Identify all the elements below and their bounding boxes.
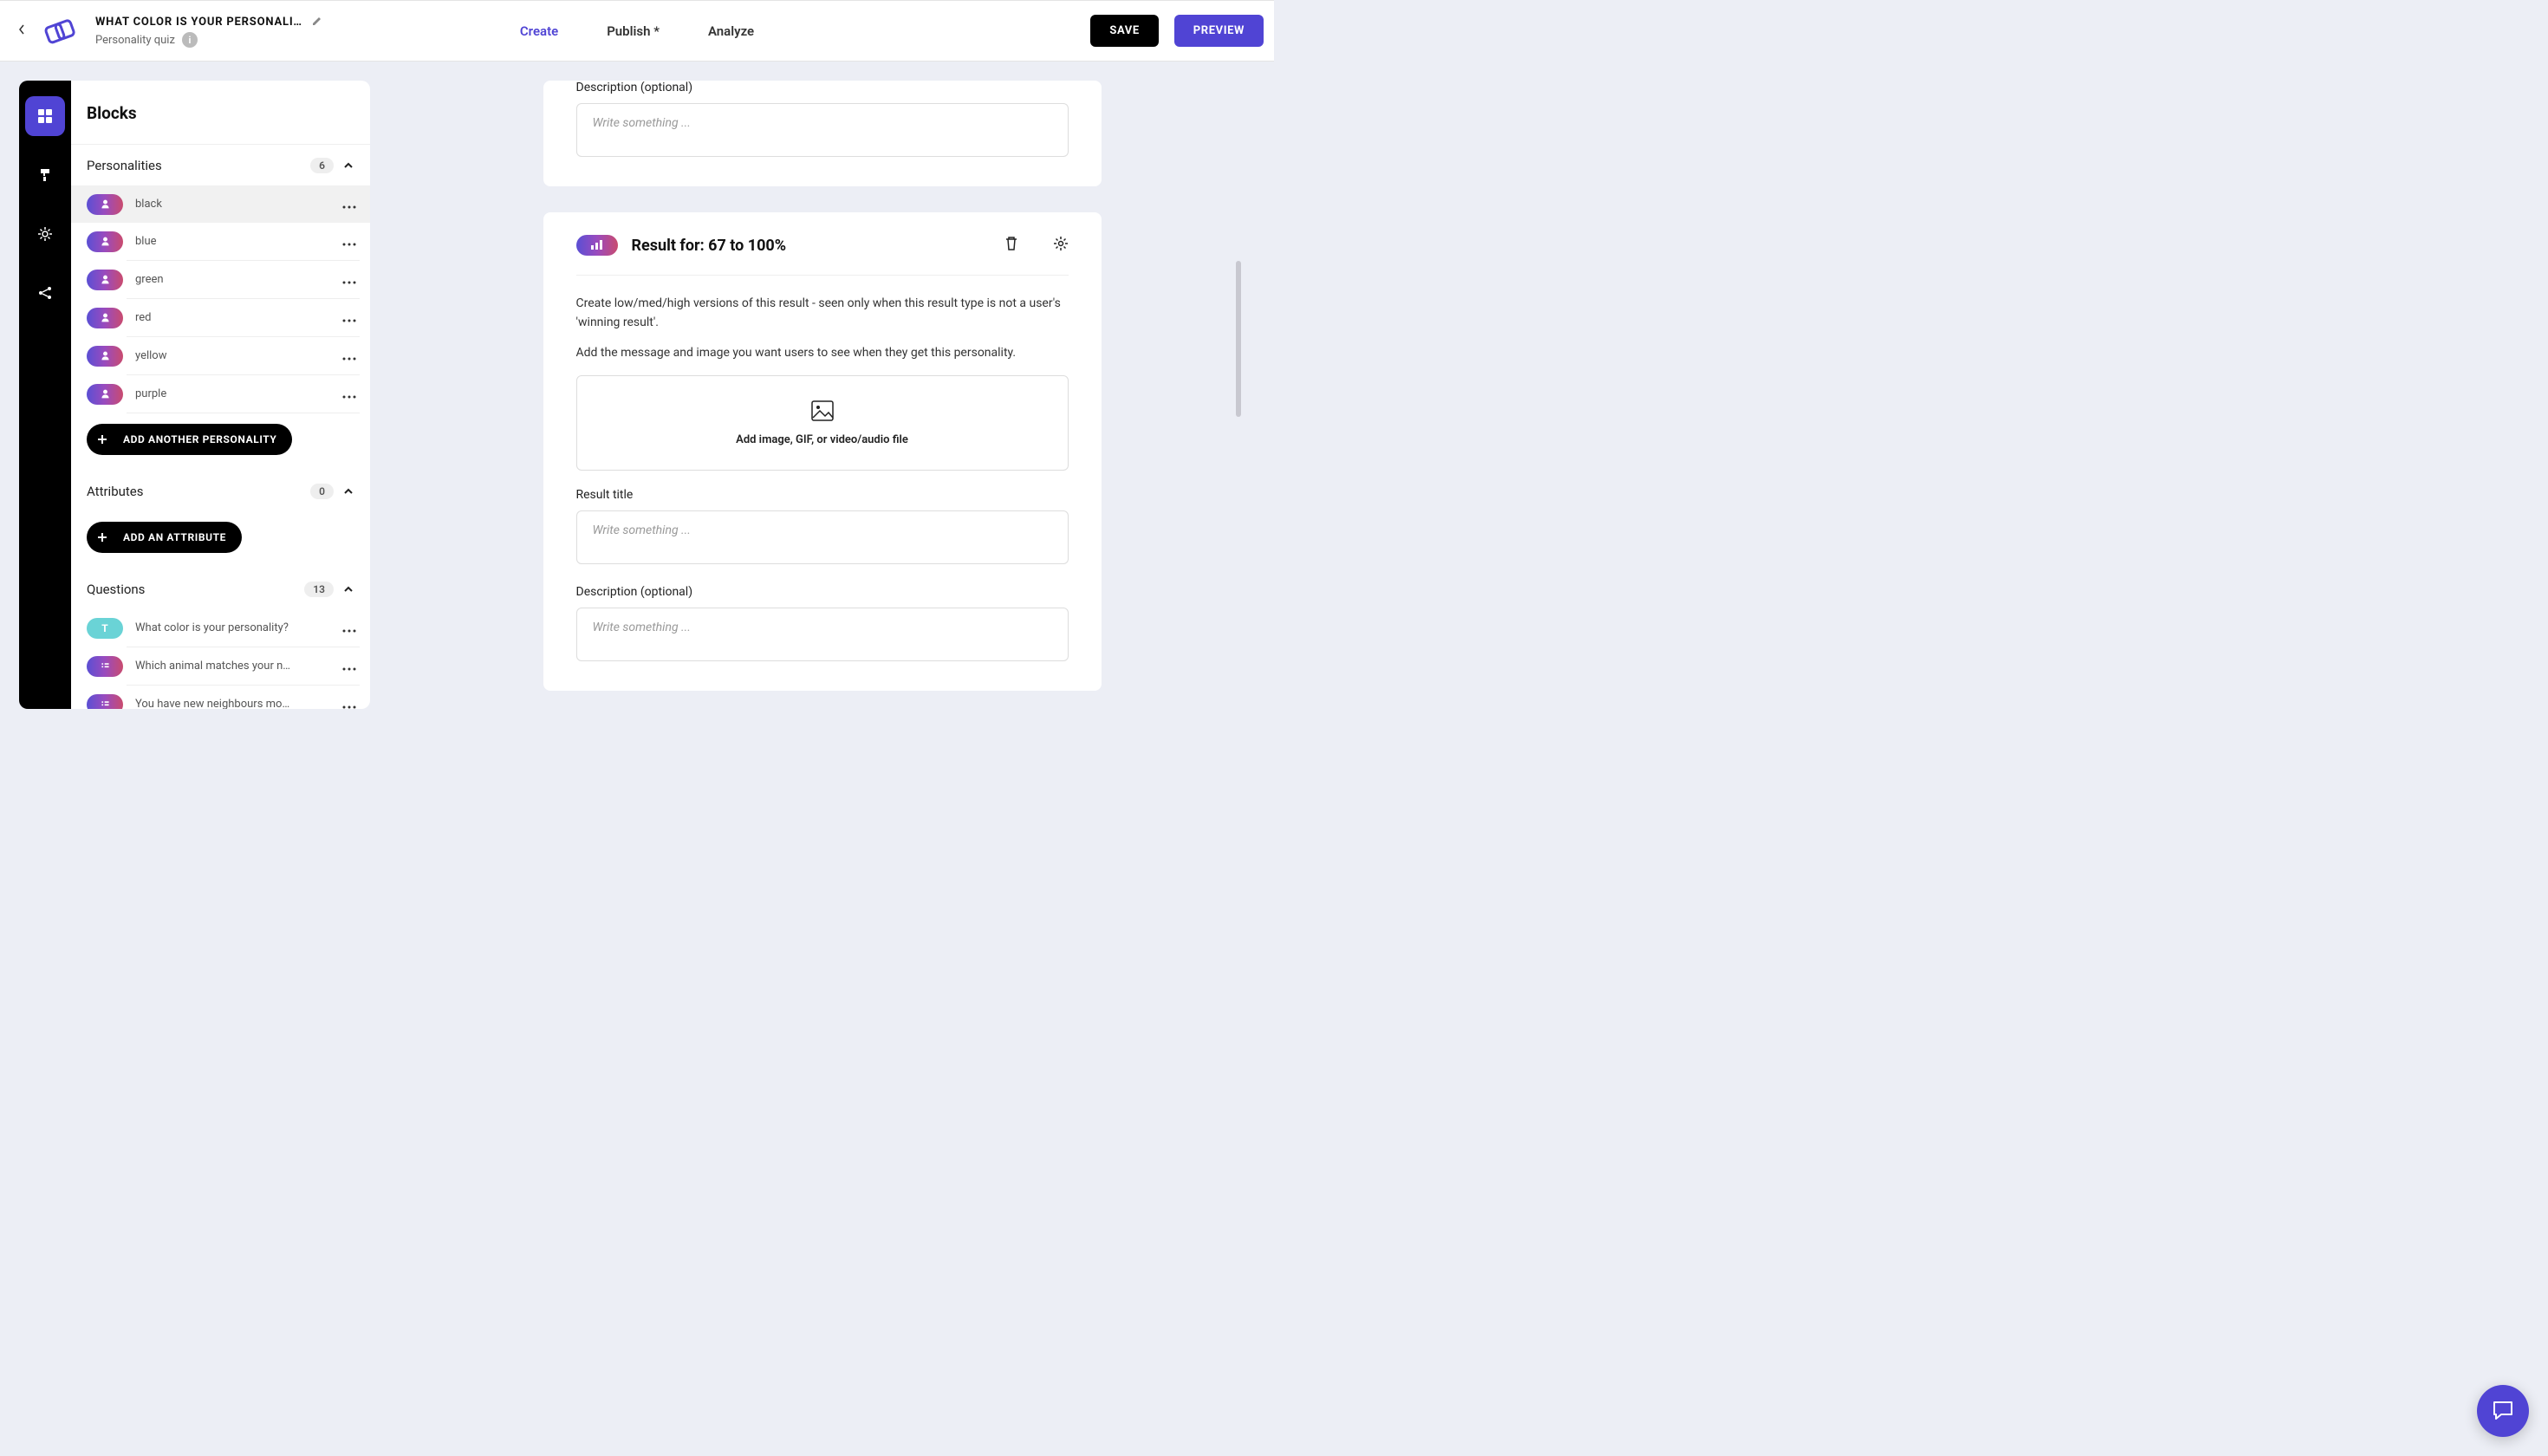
result-card: Result for: 67 to 100% Create low/med/hi…: [543, 212, 1102, 691]
nav-create[interactable]: Create: [520, 23, 558, 39]
result-info-1: Create low/med/high versions of this res…: [576, 295, 1069, 332]
question-label: Which animal matches your n…: [135, 660, 327, 673]
personality-label: blue: [135, 235, 327, 248]
item-menu-icon[interactable]: [339, 192, 360, 216]
add-attribute-button[interactable]: ADD AN ATTRIBUTE: [87, 522, 242, 553]
result-title: Result for: 67 to 100%: [632, 237, 991, 255]
chevron-up-icon: [342, 157, 354, 173]
result-title-input[interactable]: [576, 510, 1069, 564]
edit-title-icon[interactable]: [311, 14, 323, 30]
header-right: SAVE PREVIEW: [1090, 15, 1264, 47]
rail-paint-icon[interactable]: [25, 155, 65, 195]
nav-analyze[interactable]: Analyze: [708, 23, 754, 39]
image-drop-zone[interactable]: Add image, GIF, or video/audio file: [576, 375, 1069, 471]
scrollbar-thumb[interactable]: [1236, 261, 1241, 417]
section-attributes-header[interactable]: Attributes 0: [71, 471, 370, 511]
question-label: What color is your personality?: [135, 621, 327, 634]
item-menu-icon[interactable]: [339, 692, 360, 709]
info-icon[interactable]: i: [182, 32, 198, 48]
add-attribute-label: ADD AN ATTRIBUTE: [123, 531, 226, 543]
rail-blocks-icon[interactable]: [25, 96, 65, 136]
personality-item-black[interactable]: black: [71, 185, 370, 223]
question-item[interactable]: Which animal matches your n…: [71, 647, 370, 685]
settings-icon[interactable]: [1053, 236, 1069, 255]
personality-item-green[interactable]: green: [71, 261, 370, 298]
user-icon: [87, 346, 123, 367]
description-input[interactable]: [576, 103, 1069, 157]
question-item[interactable]: T What color is your personality?: [71, 609, 370, 647]
item-menu-icon[interactable]: [339, 616, 360, 640]
text-type-icon: T: [87, 618, 123, 639]
plus-icon: [92, 429, 113, 450]
personality-label: purple: [135, 387, 327, 400]
item-menu-icon[interactable]: [339, 268, 360, 291]
panel-title: Blocks: [71, 81, 370, 144]
chevron-up-icon: [342, 581, 354, 597]
rail-settings-icon[interactable]: [25, 214, 65, 254]
question-label: You have new neighbours mo…: [135, 698, 327, 709]
section-questions-header[interactable]: Questions 13: [71, 569, 370, 609]
chevron-up-icon: [342, 483, 354, 499]
user-icon: [87, 194, 123, 215]
section-personalities-count: 6: [310, 158, 334, 173]
description-input[interactable]: [576, 608, 1069, 661]
personality-item-purple[interactable]: purple: [71, 375, 370, 413]
app-logo[interactable]: [38, 15, 83, 48]
delete-icon[interactable]: [1004, 236, 1018, 255]
section-attributes-label: Attributes: [87, 484, 310, 499]
list-type-icon: [87, 656, 123, 677]
item-menu-icon[interactable]: [339, 382, 360, 406]
header-nav: Create Publish * Analyze: [520, 23, 754, 39]
personality-label: red: [135, 311, 327, 324]
list-type-icon: [87, 694, 123, 710]
header-bar: WHAT COLOR IS YOUR PERSONALI… Personalit…: [0, 0, 1274, 62]
result-title-label: Result title: [576, 488, 1069, 502]
add-personality-label: ADD ANOTHER PERSONALITY: [123, 433, 276, 445]
blocks-panel: Blocks Personalities 6 black blue green: [71, 81, 370, 709]
header-left: WHAT COLOR IS YOUR PERSONALI… Personalit…: [14, 14, 323, 48]
result-card-partial: Description (optional): [543, 81, 1102, 186]
section-questions-count: 13: [304, 582, 334, 597]
section-personalities-header[interactable]: Personalities 6: [71, 144, 370, 185]
section-attributes-count: 0: [310, 484, 334, 499]
section-questions-label: Questions: [87, 582, 304, 597]
title-block: WHAT COLOR IS YOUR PERSONALI… Personalit…: [95, 14, 323, 48]
result-card-header: Result for: 67 to 100%: [576, 235, 1069, 276]
personality-label: yellow: [135, 349, 327, 362]
image-icon: [811, 400, 834, 425]
question-item[interactable]: You have new neighbours mo…: [71, 686, 370, 709]
item-menu-icon[interactable]: [339, 306, 360, 329]
image-drop-label: Add image, GIF, or video/audio file: [736, 433, 908, 446]
personality-item-yellow[interactable]: yellow: [71, 337, 370, 374]
description-label: Description (optional): [576, 585, 1069, 599]
user-icon: [87, 231, 123, 252]
item-menu-icon[interactable]: [339, 344, 360, 367]
item-menu-icon[interactable]: [339, 230, 360, 253]
user-icon: [87, 270, 123, 290]
result-info-2: Add the message and image you want users…: [576, 344, 1069, 363]
plus-icon: [92, 527, 113, 548]
item-menu-icon[interactable]: [339, 654, 360, 678]
preview-button[interactable]: PREVIEW: [1174, 15, 1264, 47]
personality-label: green: [135, 273, 327, 286]
personality-item-blue[interactable]: blue: [71, 223, 370, 260]
nav-publish[interactable]: Publish *: [607, 23, 660, 39]
user-icon: [87, 308, 123, 328]
back-chevron-icon[interactable]: [14, 19, 29, 42]
description-label: Description (optional): [576, 81, 1069, 94]
rail-share-icon[interactable]: [25, 273, 65, 313]
result-range-icon: [576, 235, 618, 256]
icon-rail: [19, 81, 71, 709]
section-personalities-label: Personalities: [87, 158, 310, 173]
chat-fab[interactable]: [2477, 1385, 2529, 1437]
page-subtitle: Personality quiz: [95, 34, 175, 47]
user-icon: [87, 384, 123, 405]
personality-label: black: [135, 198, 327, 211]
page-title: WHAT COLOR IS YOUR PERSONALI…: [95, 16, 302, 29]
save-button[interactable]: SAVE: [1090, 15, 1158, 47]
personality-item-red[interactable]: red: [71, 299, 370, 336]
add-personality-button[interactable]: ADD ANOTHER PERSONALITY: [87, 424, 292, 455]
main-content: Description (optional) Result for: 67 to…: [370, 62, 1274, 728]
